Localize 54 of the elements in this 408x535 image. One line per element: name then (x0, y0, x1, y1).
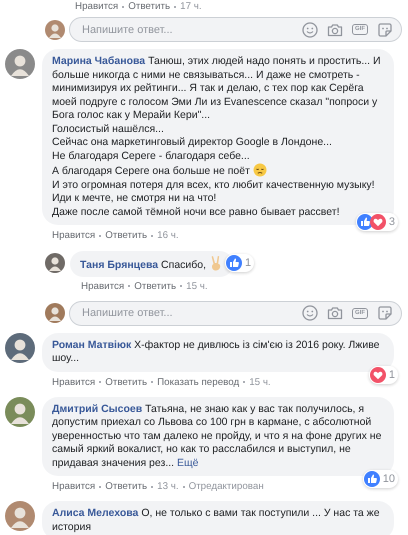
like-reaction-icon (356, 214, 373, 230)
author-name[interactable]: Дмитрий Сысоев (52, 402, 142, 414)
edited-label: Отредактирован (188, 481, 264, 492)
more-link[interactable]: Ещё (177, 456, 198, 468)
reaction-badge[interactable]: 3 (356, 213, 398, 231)
action-link[interactable]: Ответить (105, 481, 148, 492)
action-link[interactable]: Нравится (75, 1, 118, 12)
emoji-icon[interactable] (302, 22, 318, 38)
author-name[interactable]: Роман Матвіюк (52, 338, 132, 350)
action-link[interactable]: Нравится (52, 230, 96, 241)
reaction-count: 1 (388, 368, 395, 380)
timestamp[interactable]: 15 ч. (186, 280, 208, 292)
camera-icon[interactable] (327, 305, 343, 321)
timestamp[interactable]: 15 ч. (249, 376, 271, 388)
reaction-count: 3 (388, 216, 395, 228)
avatar[interactable] (5, 396, 35, 426)
reaction-badge[interactable]: 1 (225, 254, 254, 272)
action-link[interactable]: Нравится (81, 280, 124, 292)
comment-text: Алиса Мелехова О, не только с вами так поступили ... У нас та же история (52, 507, 381, 534)
action-link[interactable]: Показать перевод (157, 376, 240, 388)
avatar[interactable] (45, 20, 65, 40)
timestamp[interactable]: 16 ч. (157, 230, 179, 241)
reaction-badge[interactable]: 1 (368, 366, 398, 384)
action-link[interactable]: Ответить (105, 230, 148, 241)
camera-icon[interactable] (327, 22, 343, 38)
sad-emoji-icon (252, 163, 267, 177)
comment-text: Роман Матвіюк X-фактор не дивлюсь із сім'єю із 2016 року. Лживе шоу... (52, 338, 380, 366)
timestamp[interactable]: 17 ч. (180, 1, 202, 12)
reaction-badge[interactable]: 10 (362, 470, 398, 488)
comment-text: Таня Брянцева Спасибо, (80, 255, 224, 272)
sticker-icon[interactable] (377, 305, 393, 321)
action-link[interactable]: Нравится (52, 376, 96, 388)
action-link[interactable]: Ответить (105, 376, 148, 388)
love-reaction-icon (370, 214, 386, 230)
emoji-icon[interactable] (302, 305, 318, 321)
action-link[interactable]: Ответить (134, 280, 176, 292)
sticker-icon[interactable] (377, 22, 393, 38)
like-reaction-icon (364, 471, 380, 487)
avatar[interactable] (5, 332, 35, 362)
timestamp[interactable]: 13 ч. (157, 481, 179, 492)
comment-text: Дмитрий Сысоев Татьяна, не знаю как у вас так получилось, я допустим приехал со Львова со 100 грн в кармане, с абсолютной уверенностью что там далеко не пройду, и что я на фоне других не самый яркий вокалист, но как то расслабился и выступил, не придавая значения рез... Ещё (52, 402, 382, 470)
reaction-count: 10 (382, 473, 395, 485)
author-name[interactable]: Марина Чабанова (52, 55, 146, 67)
avatar[interactable] (45, 253, 65, 273)
love-reaction-icon (370, 366, 386, 382)
avatar[interactable] (45, 303, 65, 323)
action-link[interactable]: Ответить (128, 1, 170, 12)
action-link[interactable]: Нравится (52, 481, 96, 492)
author-name[interactable]: Алиса Мелехова (52, 507, 138, 519)
reaction-count: 1 (245, 257, 252, 269)
avatar[interactable] (5, 501, 35, 531)
author-name[interactable]: Таня Брянцева (80, 259, 158, 271)
like-reaction-icon (226, 255, 242, 271)
avatar[interactable] (5, 49, 35, 79)
